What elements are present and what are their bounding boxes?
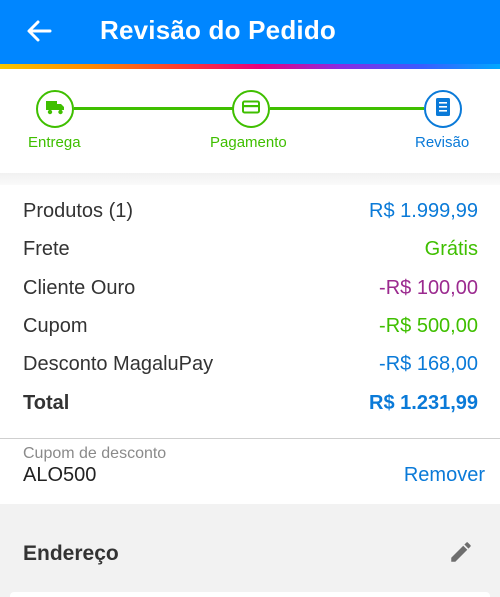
step-connector [74, 107, 234, 110]
summary-label: Frete [23, 238, 70, 260]
step-label-revisao: Revisão [415, 134, 470, 151]
summary-label: Desconto MagaluPay [23, 353, 214, 375]
summary-label: Total [23, 392, 70, 414]
step-revisao[interactable] [424, 90, 462, 128]
coupon-label: Cupom de desconto [23, 445, 167, 462]
summary-label: Cupom [23, 315, 88, 337]
summary-row-magalupay: Desconto MagaluPay -R$ 168,00 [23, 353, 478, 383]
summary-value: R$ 1.999,99 [369, 200, 478, 222]
credit-card-icon [241, 99, 261, 120]
summary-row-cliente-ouro: Cliente Ouro -R$ 100,00 [23, 277, 478, 307]
step-entrega[interactable] [36, 90, 74, 128]
step-label-pagamento: Pagamento [210, 134, 287, 151]
summary-value: -R$ 168,00 [379, 353, 478, 375]
coupon-code: ALO500 [23, 464, 97, 486]
summary-row-cupom: Cupom -R$ 500,00 [23, 315, 478, 345]
summary-value: -R$ 100,00 [379, 277, 478, 299]
step-connector [270, 107, 424, 110]
summary-value: Grátis [424, 238, 478, 260]
pencil-icon[interactable] [448, 539, 474, 565]
app-bar: Revisão do Pedido [0, 0, 500, 64]
step-pagamento[interactable] [232, 90, 270, 128]
summary-label: Produtos (1) [23, 200, 134, 222]
summary-row-frete: Frete Grátis [23, 238, 478, 268]
summary-row-total: Total R$ 1.231,99 [23, 392, 478, 422]
truck-icon [45, 99, 65, 120]
remove-coupon-button[interactable]: Remover [404, 464, 485, 487]
step-label-entrega: Entrega [28, 134, 81, 151]
summary-value: -R$ 500,00 [379, 315, 478, 337]
list-document-icon [434, 97, 452, 122]
checkout-stepper: Entrega Pagamento Revisão [0, 69, 500, 173]
address-section: Endereço [0, 504, 500, 597]
summary-label: Cliente Ouro [23, 277, 136, 299]
coupon-field: Cupom de desconto ALO500 Remover [0, 438, 500, 504]
total-value: R$ 1.231,99 [369, 392, 478, 414]
address-card [10, 592, 490, 597]
summary-row-produtos: Produtos (1) R$ 1.999,99 [23, 200, 478, 230]
section-divider [0, 173, 500, 185]
arrow-left-icon[interactable] [24, 16, 54, 46]
address-title: Endereço [23, 542, 119, 565]
page-title: Revisão do Pedido [100, 15, 337, 45]
